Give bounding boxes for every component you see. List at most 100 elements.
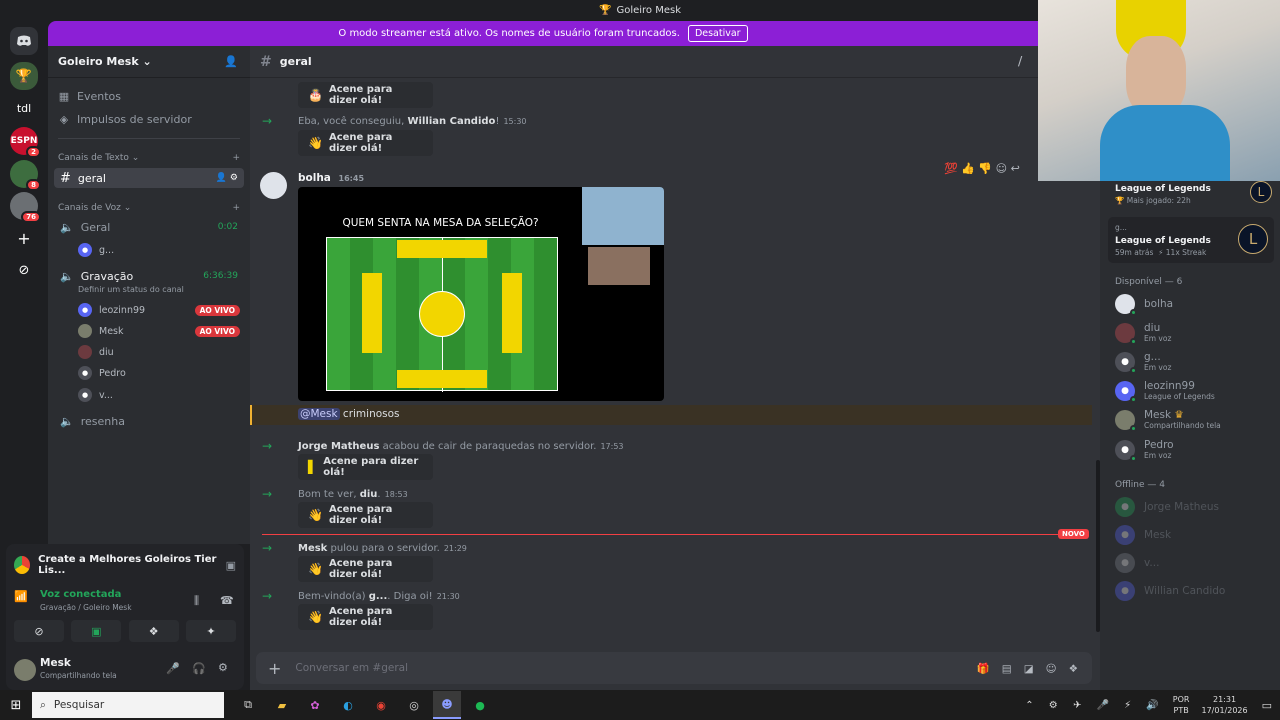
member-item[interactable]: ● Pedro Em voz bbox=[1115, 439, 1174, 462]
server-header[interactable]: Goleiro Mesk ⌄ 👤 bbox=[48, 46, 250, 78]
message-author[interactable]: bolha 16:45 bbox=[298, 172, 364, 184]
avatar: ● bbox=[78, 303, 92, 317]
system-tray-icons[interactable]: ⌃ ⚙ ✈ 🎤 ⚡ 🔊 bbox=[1025, 700, 1165, 711]
wave-button[interactable]: 🎂 Acene para dizer olá! bbox=[298, 82, 433, 108]
discord-taskbar-icon[interactable]: ☻ bbox=[433, 691, 461, 719]
notification-icon[interactable]: ▭ bbox=[1262, 699, 1272, 712]
channel-status[interactable]: Definir um status do canal bbox=[78, 285, 184, 294]
discord-home-icon[interactable] bbox=[10, 27, 38, 55]
soundboard-icon[interactable]: ✦ bbox=[185, 620, 236, 642]
wave-button[interactable]: 👋 Acene para dizer olá! bbox=[298, 604, 433, 630]
server-tdl[interactable]: tdl bbox=[10, 94, 38, 122]
add-server-icon[interactable]: + bbox=[10, 224, 38, 252]
camera-off-icon[interactable]: ⊘ bbox=[14, 620, 64, 642]
events-item[interactable]: ▦ Eventos bbox=[58, 90, 121, 103]
voice-channel-resenha[interactable]: 🔈 resenha bbox=[54, 411, 244, 431]
microphone-icon[interactable]: 🎤 bbox=[166, 662, 180, 675]
invite-people-icon[interactable]: 👤 bbox=[224, 55, 238, 68]
member-item[interactable]: Mesk ♛ Compartilhando tela bbox=[1115, 409, 1221, 432]
wave-button[interactable]: 👋 Acene para dizer olá! bbox=[298, 556, 433, 582]
member-item[interactable]: ● leozinn99 League of Legends bbox=[1115, 380, 1215, 403]
gift-icon[interactable]: 🎁 bbox=[977, 663, 1002, 675]
spotify-icon[interactable]: ● bbox=[468, 699, 492, 712]
screen-icon[interactable]: ▣ bbox=[226, 559, 236, 572]
activity-row[interactable]: Create a Melhores Goleiros Tier Lis... ▣ bbox=[14, 554, 236, 576]
wave-button[interactable]: 👋 Acene para dizer olá! bbox=[298, 502, 433, 528]
screen-share-icon[interactable]: ▣ bbox=[71, 620, 122, 642]
member-item-offline[interactable]: ● Mesk bbox=[1115, 525, 1171, 545]
member-item-offline[interactable]: ● v... bbox=[1115, 553, 1159, 573]
avatar[interactable] bbox=[14, 659, 36, 681]
server-icon[interactable]: 76 bbox=[10, 192, 41, 223]
apps-icon[interactable]: ❖ bbox=[1069, 663, 1090, 675]
gif-icon[interactable]: ▤ bbox=[1002, 663, 1024, 675]
reaction-icon[interactable]: 💯 bbox=[944, 162, 958, 175]
message-composer[interactable]: + Conversar em #geral 🎁▤◪☺❖ bbox=[256, 652, 1092, 684]
explore-icon[interactable]: ⊘ bbox=[10, 256, 38, 284]
mention[interactable]: @Mesk bbox=[298, 408, 340, 420]
thumbs-up-icon[interactable]: 👍 bbox=[961, 162, 975, 175]
headphones-icon[interactable]: 🎧 bbox=[192, 662, 206, 675]
wave-button[interactable]: 👋 Acene para dizer olá! bbox=[298, 130, 433, 156]
copilot-icon[interactable]: ✿ bbox=[303, 699, 327, 712]
channel-geral[interactable]: # geral 👤 ⚙ bbox=[54, 168, 244, 188]
activity-card[interactable]: g... League of Legends 59m atrás ⚡ 11x S… bbox=[1108, 217, 1274, 263]
settings-gear-icon[interactable]: ⚙ bbox=[218, 661, 228, 674]
voice-user[interactable]: ● Pedro bbox=[78, 366, 240, 380]
activities-icon[interactable]: ❖ bbox=[128, 620, 179, 642]
voice-channel-geral[interactable]: 🔈 Geral 0:02 bbox=[54, 217, 244, 237]
add-channel-icon[interactable]: + bbox=[232, 153, 240, 163]
voice-user[interactable]: diu bbox=[78, 345, 240, 359]
voice-user[interactable]: Mesk AO VIVO bbox=[78, 324, 240, 338]
voice-channel-gravacao[interactable]: 🔈 Gravação 6:36:39 bbox=[54, 266, 244, 286]
invite-icon[interactable]: 👤 ⚙ bbox=[216, 173, 238, 183]
server-icon-goleiro[interactable]: 🏆 bbox=[10, 62, 38, 90]
chat-header: # geral ⧸ bbox=[250, 46, 1040, 78]
disable-streamer-button[interactable]: Desativar bbox=[687, 25, 748, 42]
message-actions[interactable]: 💯 👍 👎 ☺ ↩ bbox=[944, 162, 1020, 175]
voice-user[interactable]: ● g... bbox=[78, 243, 240, 257]
file-explorer-icon[interactable]: ▰ bbox=[270, 699, 294, 712]
league-icon: L bbox=[1238, 224, 1268, 254]
clock[interactable]: 21:31 17/01/2026 bbox=[1201, 694, 1247, 716]
member-item[interactable]: diu Em voz bbox=[1115, 322, 1171, 345]
chrome-icon[interactable]: ◉ bbox=[369, 699, 393, 712]
activity-card[interactable]: League of Legends 🏆 Mais jogado: 22h L bbox=[1108, 181, 1274, 211]
member-item-offline[interactable]: ● Jorge Matheus bbox=[1115, 497, 1219, 517]
category-voice[interactable]: Canais de Voz ⌄ + bbox=[58, 203, 240, 213]
reply-icon[interactable]: ↩ bbox=[1011, 162, 1020, 175]
wave-icon: 🎂 bbox=[308, 88, 323, 102]
disconnect-icon[interactable]: ☎ bbox=[220, 594, 234, 607]
emoji-icon[interactable]: ☺ bbox=[1046, 663, 1069, 675]
message-image[interactable]: QUEM SENTA NA MESA DA SELEÇÃO? bbox=[298, 187, 664, 401]
boosts-item[interactable]: ◈ Impulsos de servidor bbox=[58, 113, 192, 126]
language-indicator[interactable]: POR PTB bbox=[1173, 694, 1190, 716]
edge-icon[interactable]: ◐ bbox=[336, 699, 360, 712]
server-espn[interactable]: ESPN 2 bbox=[10, 127, 41, 158]
add-channel-icon[interactable]: + bbox=[232, 203, 240, 213]
member-item[interactable]: ● g... Em voz bbox=[1115, 351, 1171, 374]
member-item[interactable]: bolha bbox=[1115, 294, 1173, 316]
member-item-offline[interactable]: ● Willian Candido bbox=[1115, 581, 1225, 601]
avatar[interactable] bbox=[260, 172, 287, 199]
threads-icon[interactable]: ⧸ bbox=[1018, 55, 1022, 69]
voice-user[interactable]: ● v... bbox=[78, 388, 240, 402]
add-reaction-icon[interactable]: ☺ bbox=[996, 162, 1007, 175]
wave-button[interactable]: ▌ Acene para dizer olá! bbox=[298, 454, 433, 480]
chevron-down-icon: ⌄ bbox=[142, 55, 152, 68]
voice-location[interactable]: Gravação / Goleiro Mesk bbox=[40, 603, 132, 612]
avatar bbox=[78, 324, 92, 338]
windows-start-icon[interactable]: ⊞ bbox=[0, 698, 32, 713]
composer-placeholder[interactable]: Conversar em #geral bbox=[295, 662, 408, 674]
add-attachment-icon[interactable]: + bbox=[268, 659, 281, 678]
category-text[interactable]: Canais de Texto ⌄ + bbox=[58, 153, 240, 163]
thumbs-down-icon[interactable]: 👎 bbox=[978, 162, 992, 175]
taskbar-search[interactable]: ⌕ Pesquisar bbox=[32, 692, 224, 718]
voice-user[interactable]: ● leozinn99 AO VIVO bbox=[78, 303, 240, 317]
sticker-icon[interactable]: ◪ bbox=[1024, 663, 1046, 675]
noise-icon[interactable]: ⫼ bbox=[194, 594, 199, 608]
voice-connected[interactable]: Voz conectada bbox=[40, 589, 121, 600]
obs-icon[interactable]: ◎ bbox=[402, 699, 426, 712]
server-icon[interactable]: 8 bbox=[10, 160, 41, 191]
task-view-icon[interactable]: ⧉ bbox=[236, 698, 260, 712]
